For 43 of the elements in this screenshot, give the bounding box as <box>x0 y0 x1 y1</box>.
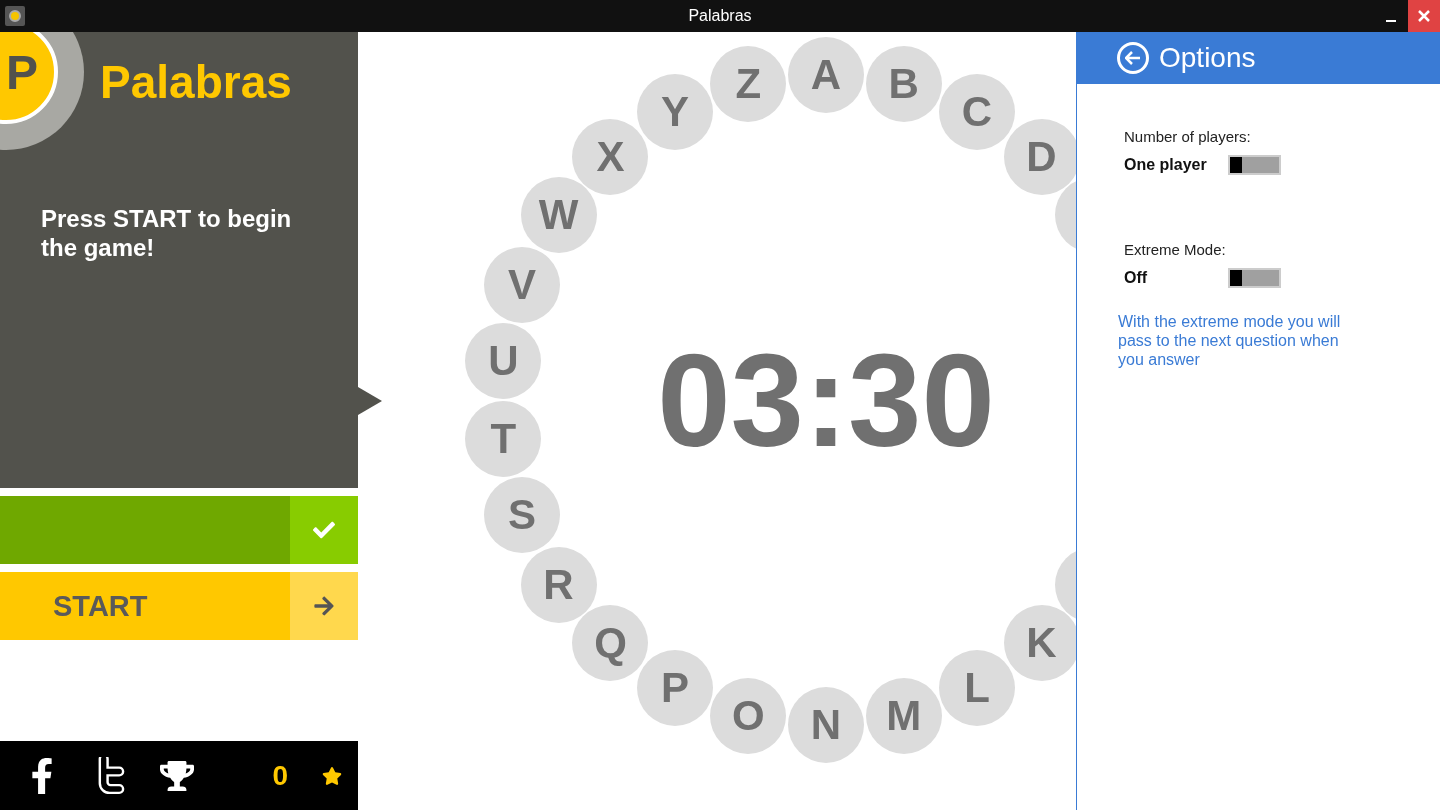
letter-circle: X <box>572 118 649 195</box>
letter-circle: M <box>865 677 942 754</box>
letter-circle: V <box>484 246 561 323</box>
setting-value: Off <box>1124 269 1149 287</box>
letter-circle: A <box>788 37 864 113</box>
letter-circle: N <box>788 687 864 763</box>
close-icon <box>1418 10 1430 22</box>
toggle-switch[interactable] <box>1228 155 1281 175</box>
letter-circle: B <box>865 46 942 123</box>
panel-title: Options <box>1159 42 1256 74</box>
back-arrow-icon <box>1125 51 1141 65</box>
arrow-right-icon <box>313 595 335 617</box>
letter-circle: R <box>520 546 597 623</box>
letter-circle: Z <box>710 46 787 123</box>
letter-circle: Y <box>636 74 713 151</box>
letter-circle: O <box>710 677 787 754</box>
check-icon <box>313 519 335 541</box>
trophy-icon[interactable] <box>160 758 194 793</box>
letter-circle: W <box>520 177 597 254</box>
setting-value: One player <box>1124 156 1208 174</box>
app-name: Palabras <box>100 55 292 109</box>
game-message: Press START to begin the game! <box>41 204 293 262</box>
back-button[interactable] <box>1117 42 1149 74</box>
timer: 03:30 <box>657 325 995 476</box>
setting-label: Extreme Mode: <box>1124 241 1227 258</box>
letter-circle: T <box>465 401 542 478</box>
window-title: Palabras <box>688 7 752 25</box>
letter-circle: C <box>939 74 1016 151</box>
score: 0 <box>272 759 288 792</box>
setting-label: Number of players: <box>1124 128 1252 145</box>
star-icon <box>322 765 342 786</box>
extreme-mode-note: With the extreme mode you will pass to the next question when you answer <box>1118 312 1342 369</box>
logo: P <box>0 32 84 150</box>
letter-circle: P <box>636 649 713 726</box>
app-icon <box>5 6 25 26</box>
letter-circle: S <box>484 477 561 554</box>
toggle-switch[interactable] <box>1228 268 1281 288</box>
letter-circle: L <box>939 649 1016 726</box>
letter-circle: U <box>465 322 542 399</box>
start-button[interactable]: START <box>0 572 290 640</box>
next-button[interactable] <box>290 572 358 640</box>
close-button[interactable] <box>1408 0 1440 32</box>
letter-circle: Q <box>572 605 649 682</box>
